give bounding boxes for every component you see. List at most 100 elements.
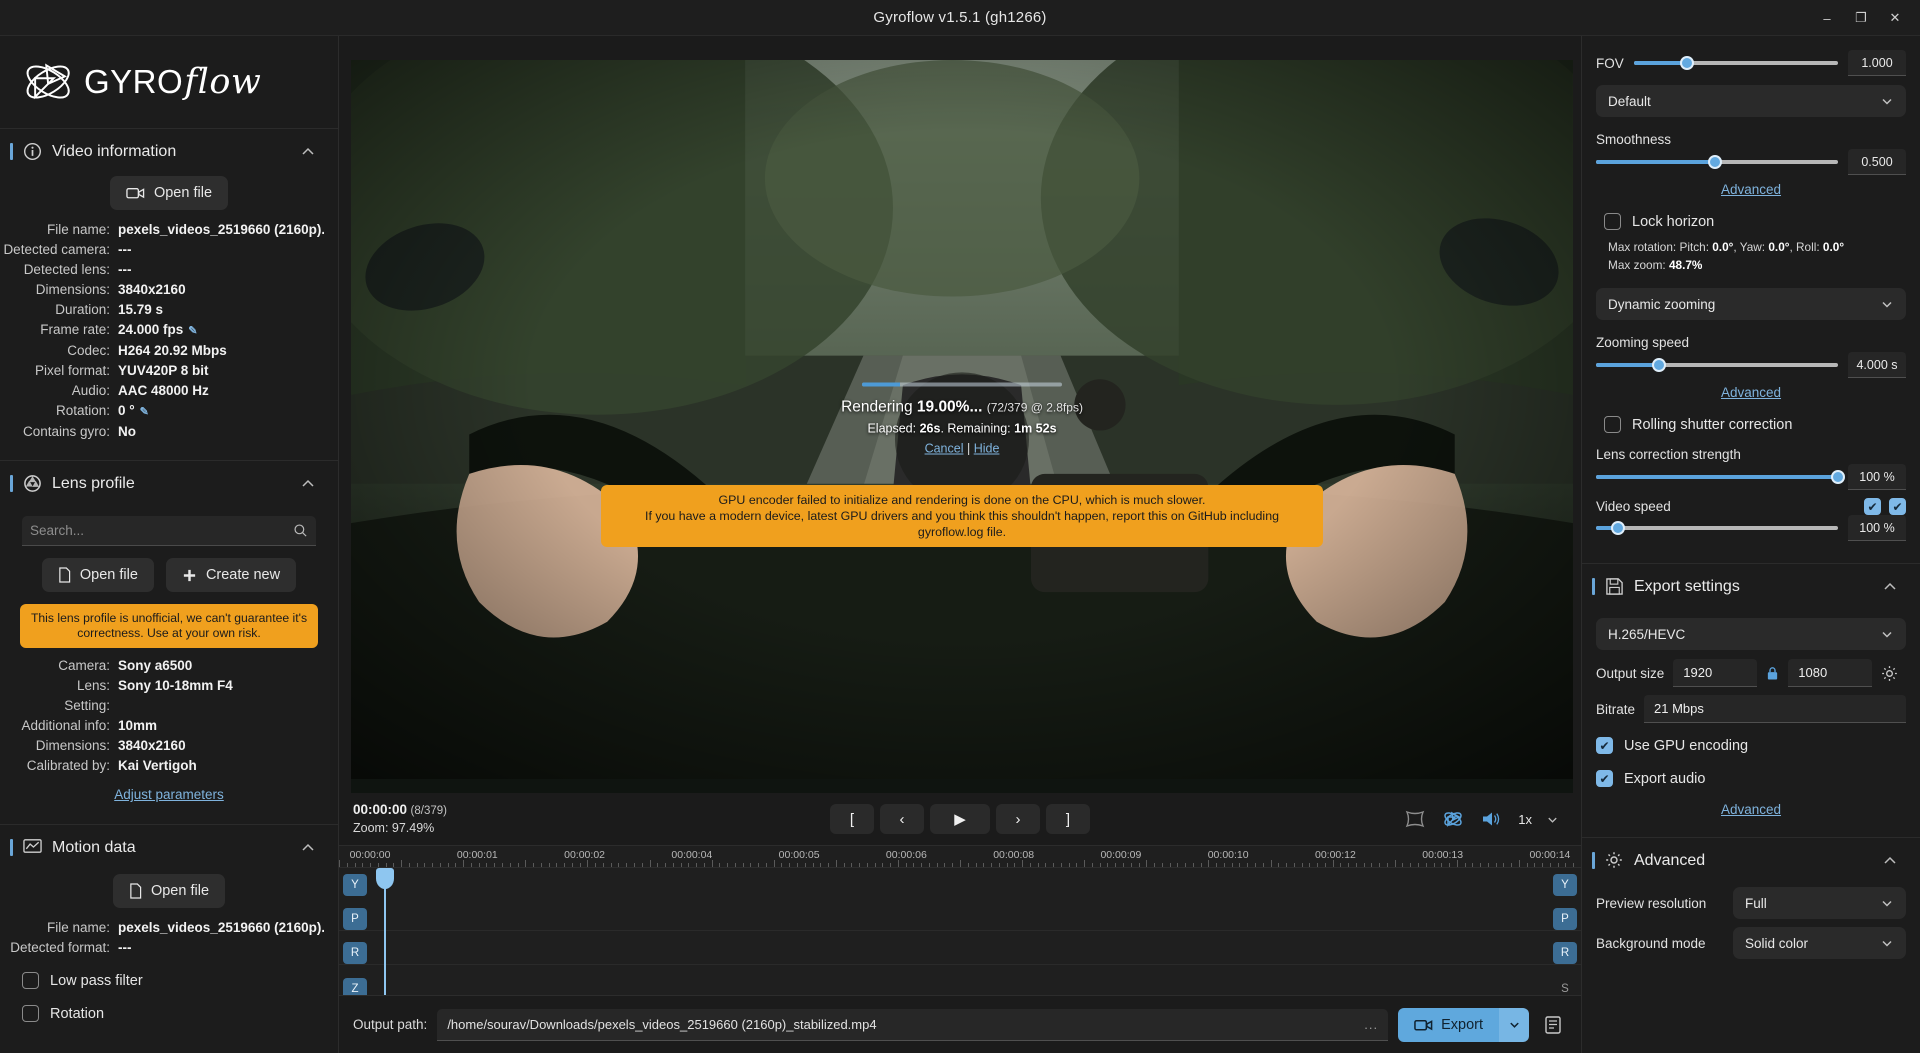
lens-open-file-button[interactable]: Open file bbox=[42, 558, 154, 592]
trim-start-button[interactable]: [ bbox=[830, 804, 874, 834]
timeline-track-toggle-y[interactable]: Y bbox=[343, 874, 367, 896]
output-path-field[interactable]: /home/sourav/Downloads/pexels_videos_251… bbox=[437, 1009, 1388, 1041]
smoothness-advanced-link[interactable]: Advanced bbox=[1721, 182, 1781, 197]
info-row-value: pexels_videos_2519660 (2160p).mp4 bbox=[118, 918, 324, 938]
timeline-track-toggle-r[interactable]: R bbox=[343, 942, 367, 964]
search-icon[interactable] bbox=[293, 523, 308, 538]
gpu-encoding-row[interactable]: Use GPU encoding bbox=[1582, 729, 1920, 762]
next-frame-button[interactable]: › bbox=[996, 804, 1040, 834]
export-button[interactable]: Export bbox=[1398, 1008, 1499, 1042]
maximize-icon[interactable]: ❐ bbox=[1844, 4, 1878, 32]
zooming-speed-label: Zooming speed bbox=[1582, 329, 1920, 352]
lens-create-new-button[interactable]: Create new bbox=[166, 558, 296, 592]
minimize-icon[interactable]: – bbox=[1810, 4, 1844, 32]
render-cancel-link[interactable]: Cancel bbox=[925, 442, 964, 456]
timeline-track-toggle-right-r[interactable]: R bbox=[1553, 942, 1577, 964]
advanced-header[interactable]: Advanced bbox=[1582, 838, 1920, 883]
video-open-file-button[interactable]: Open file bbox=[110, 176, 228, 210]
chevron-up-icon[interactable] bbox=[1882, 853, 1898, 869]
video-information-header[interactable]: Video information bbox=[0, 129, 338, 174]
output-height-field[interactable]: 1080 bbox=[1788, 659, 1872, 687]
video-speed-header-row: Video speed bbox=[1582, 498, 1920, 515]
export-audio-row[interactable]: Export audio bbox=[1582, 762, 1920, 795]
previous-frame-button[interactable]: ‹ bbox=[880, 804, 924, 834]
gpu-warning-line-2: If you have a modern device, latest GPU … bbox=[613, 508, 1311, 540]
timeline-track-toggle-right-s[interactable]: S bbox=[1553, 978, 1577, 995]
zooming-speed-slider[interactable] bbox=[1596, 357, 1838, 373]
preview-resolution-dropdown[interactable]: Full bbox=[1733, 887, 1906, 919]
render-link-separator: | bbox=[967, 442, 970, 456]
export-dropdown-button[interactable] bbox=[1499, 1008, 1529, 1042]
chevron-up-icon[interactable] bbox=[300, 840, 316, 856]
timeline-tick bbox=[1007, 863, 1008, 867]
gyroflow-stabilize-icon[interactable] bbox=[1442, 808, 1464, 830]
motion-data-checkbox[interactable] bbox=[22, 972, 39, 989]
lens-profile-header[interactable]: Lens profile bbox=[0, 461, 338, 506]
rolling-shutter-checkbox[interactable] bbox=[1604, 416, 1621, 433]
fov-value-field[interactable]: 1.000 bbox=[1848, 50, 1906, 76]
timeline-track-toggle-p[interactable]: P bbox=[343, 908, 367, 930]
timeline-playhead[interactable] bbox=[384, 868, 386, 995]
edit-pencil-icon[interactable]: ✎ bbox=[140, 406, 149, 418]
lock-horizon-row[interactable]: Lock horizon bbox=[1582, 205, 1920, 238]
chevron-down-icon[interactable] bbox=[1546, 813, 1559, 826]
playback-speed-selector[interactable]: 1x bbox=[1518, 812, 1559, 827]
timeline-tick bbox=[696, 863, 697, 867]
motion-data-checkbox-row[interactable]: Low pass filter bbox=[0, 964, 338, 997]
output-width-field[interactable]: 1920 bbox=[1673, 659, 1757, 687]
chevron-up-icon[interactable] bbox=[300, 476, 316, 492]
motion-data-title: Motion data bbox=[52, 839, 290, 857]
adjust-parameters-link[interactable]: Adjust parameters bbox=[114, 787, 224, 802]
video-speed-slider[interactable] bbox=[1596, 520, 1838, 536]
render-queue-icon[interactable] bbox=[1539, 1015, 1567, 1035]
smoothness-slider[interactable] bbox=[1596, 154, 1838, 170]
play-button[interactable]: ▶ bbox=[930, 804, 990, 834]
motion-open-file-button[interactable]: Open file bbox=[113, 874, 225, 908]
video-speed-link-checkbox-2[interactable] bbox=[1889, 498, 1906, 515]
gpu-encoding-checkbox[interactable] bbox=[1596, 737, 1613, 754]
export-settings-header[interactable]: Export settings bbox=[1582, 564, 1920, 609]
background-mode-dropdown[interactable]: Solid color bbox=[1733, 927, 1906, 959]
video-speed-value-field[interactable]: 100 % bbox=[1848, 515, 1906, 541]
timeline-track-toggle-right-y[interactable]: Y bbox=[1553, 874, 1577, 896]
edit-pencil-icon[interactable]: ✎ bbox=[188, 325, 197, 337]
codec-dropdown[interactable]: H.265/HEVC bbox=[1596, 618, 1906, 650]
zooming-speed-value-field[interactable]: 4.000 s bbox=[1848, 352, 1906, 378]
chevron-up-icon[interactable] bbox=[1882, 579, 1898, 595]
lens-search-input[interactable] bbox=[30, 523, 293, 538]
timeline-track-toggle-z[interactable]: Z bbox=[343, 978, 367, 995]
bitrate-field[interactable]: 21 Mbps bbox=[1644, 695, 1906, 723]
trim-end-button[interactable]: ] bbox=[1046, 804, 1090, 834]
lens-search-box[interactable] bbox=[22, 516, 316, 546]
fov-slider[interactable] bbox=[1634, 55, 1838, 71]
close-icon[interactable]: ✕ bbox=[1878, 4, 1912, 32]
timeline[interactable]: 00:00:0000:00:0100:00:0200:00:0400:00:05… bbox=[339, 845, 1581, 995]
timeline-tracks[interactable]: YPRZYPRS bbox=[339, 868, 1581, 995]
render-hide-link[interactable]: Hide bbox=[974, 442, 1000, 456]
playhead-knob[interactable] bbox=[376, 868, 394, 889]
timeline-tick bbox=[502, 863, 503, 867]
motion-data-checkbox-row[interactable]: Rotation bbox=[0, 997, 338, 1030]
export-audio-checkbox[interactable] bbox=[1596, 770, 1613, 787]
chevron-up-icon[interactable] bbox=[300, 144, 316, 160]
zooming-advanced-link[interactable]: Advanced bbox=[1721, 385, 1781, 400]
output-path-more-button[interactable]: ... bbox=[1364, 1017, 1378, 1032]
video-preview[interactable]: Rendering 19.00%... (72/379 @ 2.8fps) El… bbox=[351, 60, 1573, 793]
motion-data-checkbox[interactable] bbox=[22, 1005, 39, 1022]
gear-icon[interactable] bbox=[1881, 665, 1898, 682]
zoom-mode-dropdown[interactable]: Dynamic zooming bbox=[1596, 288, 1906, 320]
lens-distortion-icon[interactable] bbox=[1404, 808, 1426, 830]
rolling-shutter-row[interactable]: Rolling shutter correction bbox=[1582, 408, 1920, 441]
lens-correction-slider[interactable] bbox=[1596, 469, 1838, 485]
smoothness-value-field[interactable]: 0.500 bbox=[1848, 149, 1906, 175]
export-advanced-link[interactable]: Advanced bbox=[1721, 802, 1781, 817]
lens-correction-value-field[interactable]: 100 % bbox=[1848, 464, 1906, 490]
motion-data-header[interactable]: Motion data bbox=[0, 825, 338, 870]
lock-icon[interactable] bbox=[1766, 666, 1779, 681]
lock-horizon-checkbox[interactable] bbox=[1604, 213, 1621, 230]
timeline-ruler[interactable]: 00:00:0000:00:0100:00:0200:00:0400:00:05… bbox=[339, 846, 1581, 868]
stabilization-preset-dropdown[interactable]: Default bbox=[1596, 85, 1906, 117]
video-speed-link-checkbox-1[interactable] bbox=[1864, 498, 1881, 515]
timeline-track-toggle-right-p[interactable]: P bbox=[1553, 908, 1577, 930]
volume-icon[interactable] bbox=[1480, 808, 1502, 830]
